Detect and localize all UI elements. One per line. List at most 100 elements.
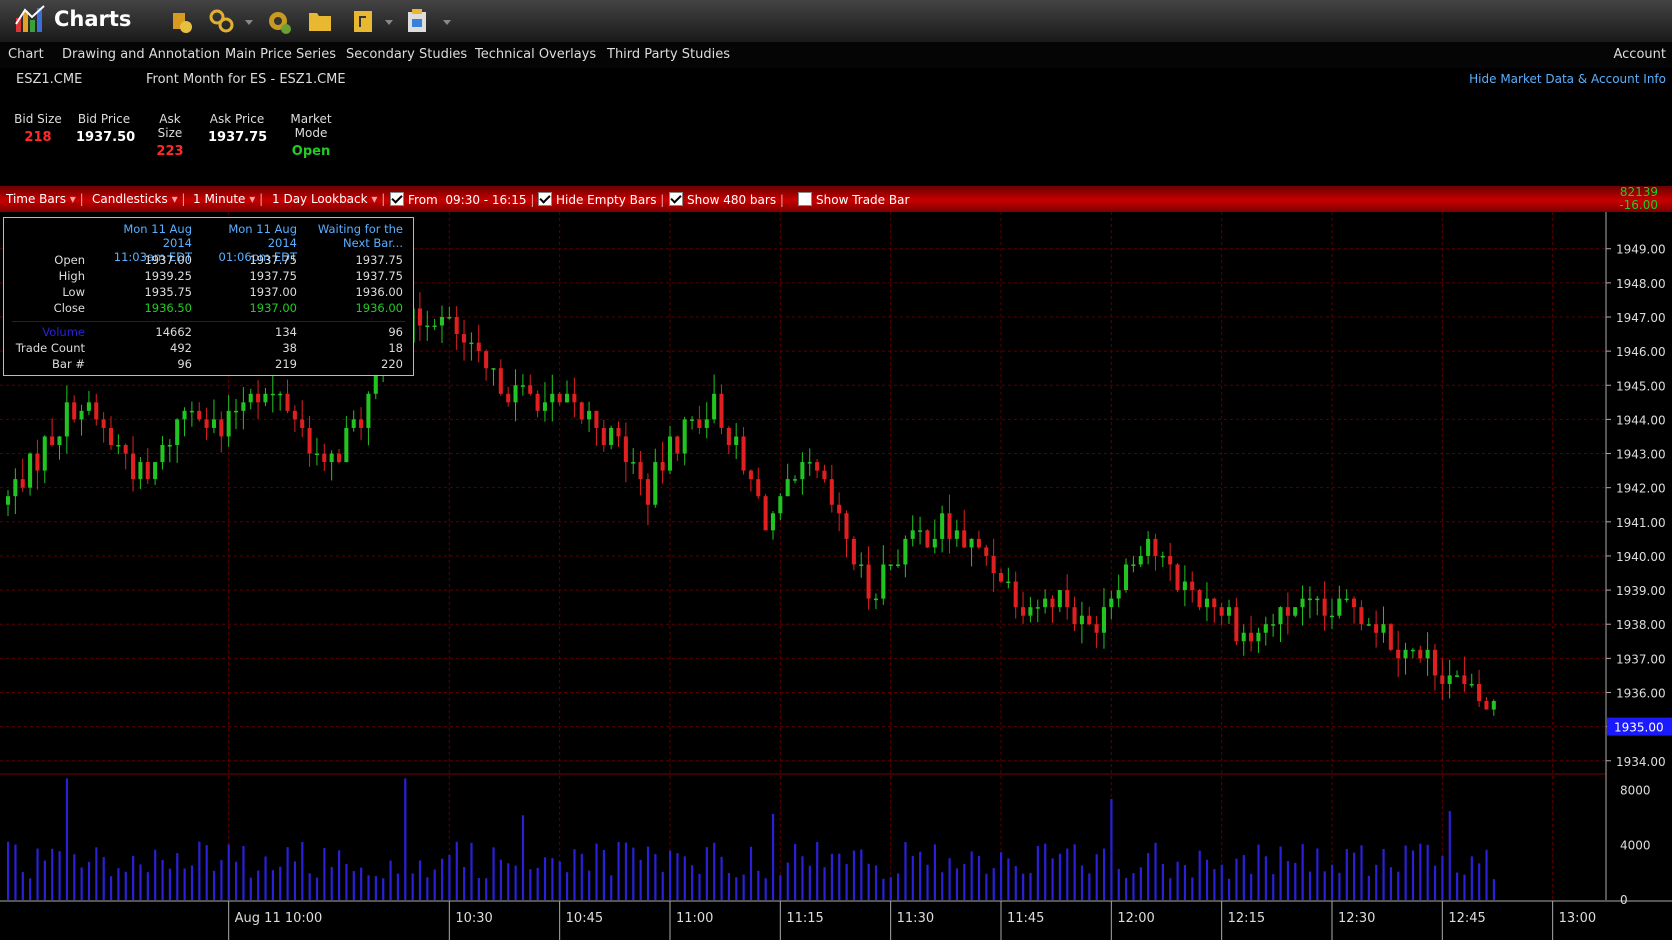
volume-bar [36, 848, 39, 900]
volume-bar [749, 846, 753, 900]
volume-bar [249, 877, 252, 900]
candle-body [1175, 564, 1180, 591]
volume-bar [315, 877, 319, 900]
volume-bar [742, 874, 745, 900]
volume-bar [352, 871, 355, 900]
menu-third-party-studies[interactable]: Third Party Studies [607, 47, 730, 62]
volume-bar [477, 878, 480, 900]
col3-line1: Waiting for the [317, 222, 403, 236]
market-mode-value: Open [291, 144, 331, 159]
hide-market-data-link[interactable]: Hide Market Data & Account Info [1469, 72, 1666, 86]
show-bars-label: Show 480 bars [687, 193, 777, 207]
volume-bar [1492, 879, 1496, 900]
candle-body [211, 419, 216, 428]
volume-bar [1250, 873, 1253, 900]
tooltip-col3-header: Waiting for the Next Bar... [303, 222, 403, 250]
volume-bar [455, 841, 458, 900]
time-bars-label: Time Bars [6, 192, 66, 206]
price-tick-label: 1944.00 [1616, 413, 1666, 427]
price-tick-label: 1939.00 [1616, 584, 1666, 598]
gear-settings-icon[interactable] [264, 7, 292, 35]
menu-account[interactable]: Account [1614, 47, 1667, 62]
candle-body [13, 479, 18, 497]
volume-bar [1308, 871, 1312, 900]
candle-body [881, 564, 886, 599]
col3-low: 1936.00 [355, 285, 403, 299]
from-range-checkbox[interactable] [390, 192, 404, 206]
volume-tick-label: 8000 [1620, 784, 1651, 798]
candle-body [167, 445, 172, 447]
lookback-dropdown[interactable]: 1 Day Lookback ▾ | [272, 192, 385, 206]
volume-bar [43, 860, 46, 900]
volume-bar [345, 863, 348, 900]
col1-bar-number: 96 [177, 357, 192, 371]
menu-chart[interactable]: Chart [8, 47, 44, 62]
candle-body [1374, 624, 1379, 633]
chevron-down-icon[interactable] [385, 20, 393, 26]
show-bars-checkbox[interactable] [669, 192, 683, 206]
col2-date: Mon 11 Aug 2014 [228, 222, 297, 250]
clipboard-icon[interactable] [404, 7, 432, 35]
candle-body [42, 436, 47, 471]
volume-bar [1286, 861, 1290, 900]
candle-body [940, 513, 945, 539]
chart-logo-icon [15, 5, 45, 32]
price-tick-label: 1940.00 [1616, 550, 1666, 564]
volume-bar [698, 874, 701, 900]
time-tick-label: 11:15 [786, 911, 823, 926]
bell-order-icon[interactable] [166, 7, 194, 35]
bar-number-label: Bar # [52, 357, 85, 371]
chevron-down-icon[interactable] [443, 20, 451, 26]
candle-body [1116, 590, 1121, 599]
document-export-icon[interactable] [350, 7, 378, 35]
show-trade-bar-checkbox[interactable] [798, 192, 812, 206]
chart-style-dropdown[interactable]: Candlesticks ▾ | [92, 192, 185, 206]
volume-bar [1404, 845, 1407, 900]
candle-body [1410, 649, 1415, 652]
candle-body [1131, 564, 1136, 566]
menu-drawing-annotation[interactable]: Drawing and Annotation [62, 47, 220, 62]
candle-body [895, 564, 901, 566]
candle-body [587, 410, 592, 420]
candle-body [20, 479, 25, 488]
menu-technical-overlays[interactable]: Technical Overlays [475, 47, 596, 62]
volume-bar [602, 850, 605, 900]
show-trade-bar-toggle[interactable]: Show Trade Bar [798, 192, 909, 207]
interval-dropdown[interactable]: 1 Minute ▾ | [193, 192, 263, 206]
candle-body [1455, 675, 1460, 677]
menu-secondary-studies[interactable]: Secondary Studies [346, 47, 467, 62]
volume-bar [29, 878, 32, 900]
hide-empty-bars-checkbox[interactable] [538, 192, 552, 206]
from-range-toggle[interactable]: From 09:30 - 16:15 | [390, 192, 534, 207]
candle-body [439, 316, 444, 326]
candle-body [322, 453, 327, 463]
hide-empty-bars-toggle[interactable]: Hide Empty Bars | [538, 192, 664, 207]
candle-body [976, 538, 981, 548]
time-tick-label: 10:30 [455, 911, 492, 926]
candle-body [86, 402, 91, 411]
col3-line2: Next Bar... [342, 236, 403, 250]
folder-icon[interactable] [306, 7, 334, 35]
menu-main-price-series[interactable]: Main Price Series [225, 47, 336, 62]
volume-bar [911, 855, 914, 900]
bid-price-label: Bid Price [77, 112, 131, 126]
volume-bar [1161, 863, 1165, 900]
price-tick-label: 1936.00 [1616, 686, 1666, 700]
candle-body [564, 393, 570, 403]
volume-bar [426, 877, 429, 900]
candle-body [1293, 607, 1298, 616]
link-tools-icon[interactable] [208, 7, 236, 35]
close-label: Close [53, 301, 85, 315]
volume-bar [1029, 873, 1032, 900]
chevron-down-icon[interactable] [245, 20, 253, 26]
volume-bar [242, 846, 245, 900]
candle-body [197, 410, 202, 420]
candle-body [160, 445, 165, 463]
candle-body [344, 427, 349, 463]
candle-body [182, 410, 187, 420]
show-bars-toggle[interactable]: Show 480 bars | [669, 192, 784, 207]
candle-body [1028, 607, 1033, 616]
last-price-label: 1935.00 [1614, 721, 1664, 735]
time-bars-dropdown[interactable]: Time Bars ▾ | [6, 192, 84, 206]
candle-body [1249, 632, 1254, 642]
